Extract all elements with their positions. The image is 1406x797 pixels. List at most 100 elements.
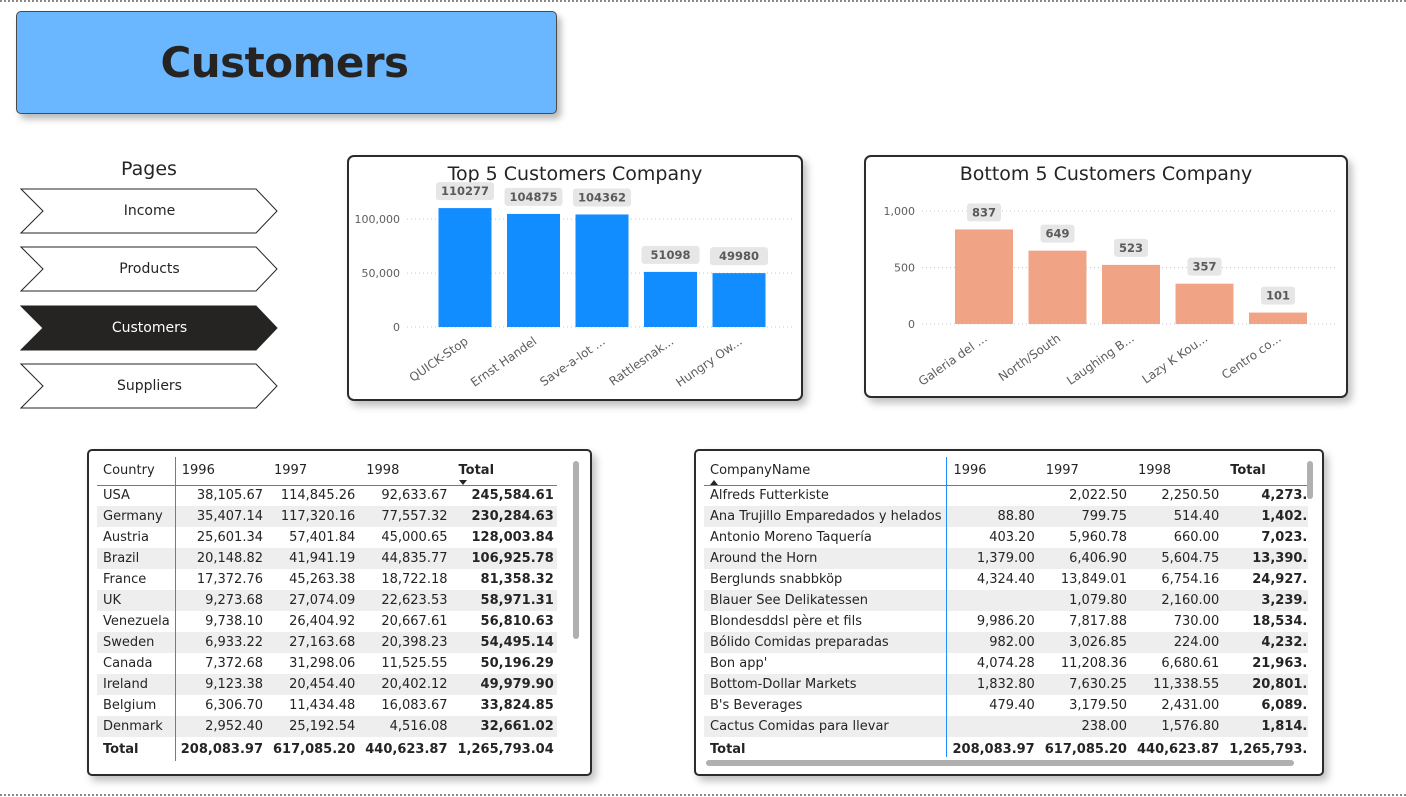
row-label-cell: Bottom-Dollar Markets [704,674,947,695]
bar-2[interactable] [575,214,629,327]
value-cell: 2,022.50 [1069,488,1127,504]
data-label: 523 [1119,241,1143,255]
value-cell: 20,454.40 [268,674,361,695]
x-category-label: Ernst Handel [468,334,539,390]
nav-button-label: Customers [111,320,188,336]
bar-4[interactable] [1249,312,1307,324]
bar-2[interactable] [1102,264,1160,324]
value-cell: 11,434.48 [289,698,356,713]
value-cell: 13,390.65 [1224,548,1308,569]
nav-button-suppliers[interactable]: Suppliers [20,363,279,409]
table-row[interactable]: Bólido Comidas preparadas 982.00 3,026.85 2… [704,632,1308,653]
value-cell: 21,963.25 [1252,656,1308,671]
value-cell: 20,402.12 [360,674,453,695]
col-header-1996[interactable]: 1996 [946,457,1040,486]
table-row[interactable]: Canada 7,372.68 31,298.06 11,525.55 50,196.2… [97,653,557,674]
col-header-1997[interactable]: 1997 [1039,457,1132,486]
bar-1[interactable] [1028,250,1087,324]
data-label: 649 [1045,227,1069,241]
value-cell: 514.40 [1131,506,1225,527]
nav-button-products[interactable]: Products [20,246,279,292]
value-cell: 27,163.68 [268,632,361,653]
col-header-country[interactable]: Country [97,457,175,486]
table-row[interactable]: Sweden 6,933.22 27,163.68 20,398.23 54,495.1… [97,632,557,653]
table-row[interactable]: Belgium 6,306.70 11,434.48 16,083.67 33,824.… [97,695,557,716]
bottom-customers-chart: 0 500 1,000 837 Galeria del ... 649 North/Sout… [884,203,1336,389]
table-row[interactable]: Around the Horn 1,379.00 6,406.90 5,604.75 1… [704,548,1308,569]
table-row[interactable]: Blondesddsl père et fils 9,986.20 7,817.88… [704,611,1308,632]
table-row[interactable]: B's Beverages 479.40 3,179.50 2,431.00 6,089… [704,695,1308,716]
nav-button-income[interactable]: Income [20,188,279,234]
col-header-companyname[interactable]: CompanyName [704,457,947,486]
bar-4[interactable] [712,273,766,327]
bar-0[interactable] [438,208,492,327]
value-cell: 25,192.54 [268,716,361,737]
col-header-1996[interactable]: 1996 [175,457,269,486]
total-value: 440,623.87 [365,741,448,757]
table-row[interactable]: Cactus Comidas para llevar 238.00 1,576.80… [704,716,1308,737]
table-row[interactable]: Brazil 20,148.82 41,941.19 44,835.77 106,925… [97,548,557,569]
value-cell: 1,402.95 [1224,506,1308,527]
table-row[interactable]: Berglunds snabbköp 4,324.40 13,849.01 6,754… [704,569,1308,590]
value-cell: 11,525.55 [381,656,448,671]
col-header-1998[interactable]: 1998 [1131,457,1225,486]
col-header-total[interactable]: Total [452,457,557,486]
table-row[interactable]: UK 9,273.68 27,074.09 22,623.53 58,971.31 [97,590,557,611]
data-label: 51098 [650,248,690,262]
value-cell: 9,273.68 [175,590,269,611]
value-cell: 1,576.80 [1131,716,1225,737]
table-row[interactable]: Venezuela 9,738.10 26,404.92 20,667.61 56,81… [97,611,557,632]
row-label-cell: Canada [103,656,153,671]
total-label: Total [103,741,139,757]
bar-3[interactable] [1175,283,1234,324]
table-row[interactable]: Blauer See Delikatessen 1,079.80 2,160.00 3… [704,590,1308,611]
value-cell: 35,407.14 [175,506,269,527]
table-row[interactable]: Ireland 9,123.38 20,454.40 20,402.12 49,979.… [97,674,557,695]
value-cell: 58,971.31 [452,590,557,611]
value-cell: 20,148.82 [175,548,269,569]
value-cell: 1,832.80 [946,674,1040,695]
table-row[interactable]: France 17,372.76 45,263.38 18,722.18 81,358.… [97,569,557,590]
data-label: 104362 [578,190,626,204]
row-label-cell: Ireland [97,674,175,695]
bar-3[interactable] [644,271,697,327]
value-cell: 18,722.18 [381,572,448,587]
table-row[interactable]: Austria 25,601.34 57,401.84 45,000.65 128,00… [97,527,557,548]
value-cell: 26,404.92 [289,614,356,629]
data-label: 357 [1192,260,1216,274]
total-label: Total [710,741,746,757]
table-row[interactable]: USA 38,105.67 114,845.26 92,633.67 245,584.6… [97,485,557,506]
company-table-horizontal-scrollbar[interactable] [706,760,1294,766]
data-label: 101 [1266,289,1290,303]
table-row[interactable]: Antonio Moreno Taquería 403.20 5,960.78 660… [704,527,1308,548]
value-cell: 31,298.06 [289,656,356,671]
value-cell: 9,123.38 [175,674,269,695]
x-category-label: Hungry Ow... [673,334,744,390]
row-label-cell: Bon app' [710,656,768,671]
col-header-1998[interactable]: 1998 [360,457,453,486]
value-cell: 730.00 [1173,614,1220,629]
table-row[interactable]: Bon app' 4,074.28 11,208.36 6,680.61 21,963.… [704,653,1308,674]
value-cell: 403.20 [989,530,1035,545]
country-table-vertical-scrollbar[interactable] [573,461,579,639]
value-cell: 20,398.23 [360,632,453,653]
nav-button-label: Income [123,203,176,219]
value-cell: 11,208.36 [1060,656,1127,671]
table-row[interactable]: Denmark 2,952.40 25,192.54 4,516.08 32,661.0… [97,716,557,737]
nav-button-customers[interactable]: Customers [20,305,279,351]
company-sales-table: CompanyName 1996 1997 1998 Total Alfreds… [704,457,1308,757]
company-table-vertical-scrollbar[interactable] [1307,461,1313,499]
table-row[interactable]: Alfreds Futterkiste 2,022.50 2,250.50 4,273… [704,485,1308,506]
bar-1[interactable] [507,213,560,327]
value-cell: 6,754.16 [1161,572,1220,587]
bar-0[interactable] [955,229,1013,324]
row-label-cell: Germany [97,506,175,527]
value-cell: 6,406.90 [1039,548,1132,569]
col-header-1997[interactable]: 1997 [268,457,361,486]
sort-descending-icon [458,480,467,485]
col-header-total[interactable]: Total [1224,457,1308,486]
table-row[interactable]: Ana Trujillo Emparedados y helados 88.80 7… [704,506,1308,527]
table-row[interactable]: Bottom-Dollar Markets 1,832.80 7,630.25 11,… [704,674,1308,695]
company-sales-table-card: CompanyName 1996 1997 1998 Total Alfreds… [694,449,1324,776]
table-row[interactable]: Germany 35,407.14 117,320.16 77,557.32 230,2… [97,506,557,527]
